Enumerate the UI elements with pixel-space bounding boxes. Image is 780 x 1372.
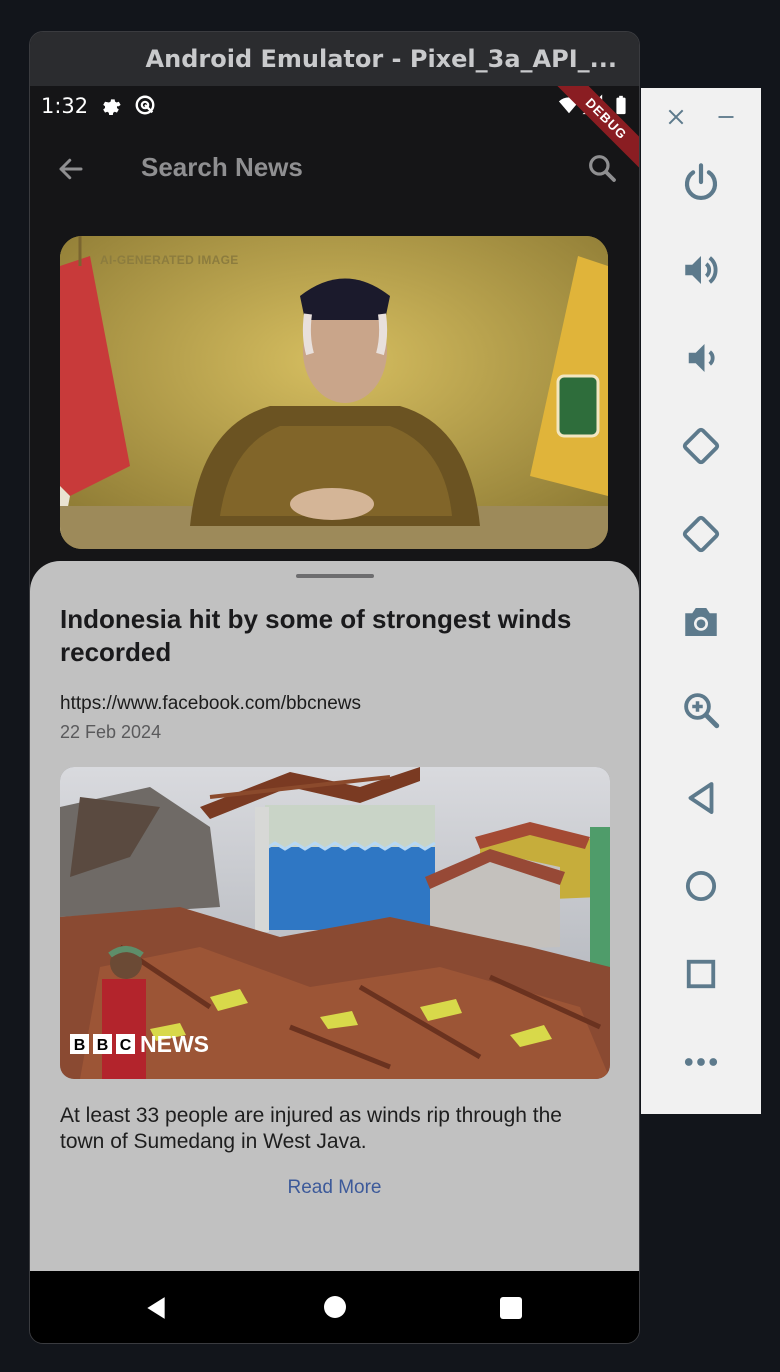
rotate-left-icon — [682, 427, 720, 465]
back-button[interactable] — [641, 768, 761, 828]
article-source-url: https://www.facebook.com/bbcnews — [60, 693, 361, 714]
hero-illustration — [60, 236, 608, 549]
camera-icon — [685, 608, 717, 636]
storm-damage-illustration: B B C NEWS — [60, 767, 610, 1079]
rotate-right-icon — [682, 515, 720, 553]
article-summary: At least 33 people are injured as winds … — [60, 1104, 562, 1153]
article-bottom-sheet: Indonesia hit by some of strongest winds… — [30, 561, 639, 1271]
rotate-right-button[interactable] — [641, 504, 761, 564]
more-button[interactable] — [641, 1032, 761, 1092]
power-button[interactable] — [641, 152, 761, 212]
emulator-window: Android Emulator - Pixel_3a_API_... 1:32 — [29, 31, 640, 1344]
article-date: 22 Feb 2024 — [60, 722, 162, 742]
settings-gear-icon — [103, 99, 121, 115]
android-nav-bar — [30, 1271, 639, 1343]
home-button[interactable] — [641, 856, 761, 916]
emulator-side-toolbar — [641, 88, 761, 1114]
drag-handle[interactable] — [296, 574, 374, 578]
status-bar: 1:32 DEBUG — [30, 86, 639, 173]
minimize-icon[interactable] — [716, 107, 736, 127]
app-bar: Search News — [30, 140, 639, 196]
power-icon — [684, 163, 718, 200]
square-recents-icon[interactable] — [499, 1296, 523, 1320]
ai-generated-tag: AI-GENERATED IMAGE — [100, 253, 239, 267]
close-icon[interactable] — [666, 107, 686, 127]
bbc-letter-2: B — [97, 1037, 109, 1054]
volume-down-icon — [688, 344, 715, 372]
overview-button[interactable] — [641, 944, 761, 1004]
volume-down-button[interactable] — [641, 328, 761, 388]
read-more-link[interactable]: Read More — [30, 1177, 639, 1199]
screenshot-button[interactable] — [641, 592, 761, 652]
data-saver-icon — [135, 95, 155, 115]
page-title: Search News — [141, 152, 303, 182]
arrow-left-icon[interactable] — [56, 154, 86, 184]
home-icon — [685, 870, 717, 902]
more-icon — [684, 1058, 718, 1066]
hero-news-image[interactable]: AI-GENERATED IMAGE — [60, 236, 608, 549]
zoom-icon — [684, 693, 720, 729]
article-image: B B C NEWS — [60, 767, 610, 1079]
zoom-button[interactable] — [641, 680, 761, 740]
rotate-left-button[interactable] — [641, 416, 761, 476]
triangle-back-icon[interactable] — [143, 1295, 169, 1321]
back-icon — [688, 782, 714, 814]
circle-home-icon[interactable] — [323, 1295, 347, 1319]
volume-up-icon — [685, 256, 718, 284]
device-screen: 1:32 DEBUG Search News AI-GENERATED IMAG… — [30, 86, 639, 1343]
bbc-news-watermark: NEWS — [140, 1031, 209, 1057]
status-time: 1:32 — [41, 94, 89, 118]
overview-icon — [686, 959, 716, 989]
volume-up-button[interactable] — [641, 240, 761, 300]
article-headline: Indonesia hit by some of strongest winds… — [60, 604, 572, 667]
search-icon[interactable] — [586, 152, 618, 184]
emulator-title: Android Emulator - Pixel_3a_API_... — [30, 32, 639, 86]
bbc-letter-1: B — [74, 1037, 86, 1054]
bbc-letter-3: C — [120, 1037, 132, 1054]
